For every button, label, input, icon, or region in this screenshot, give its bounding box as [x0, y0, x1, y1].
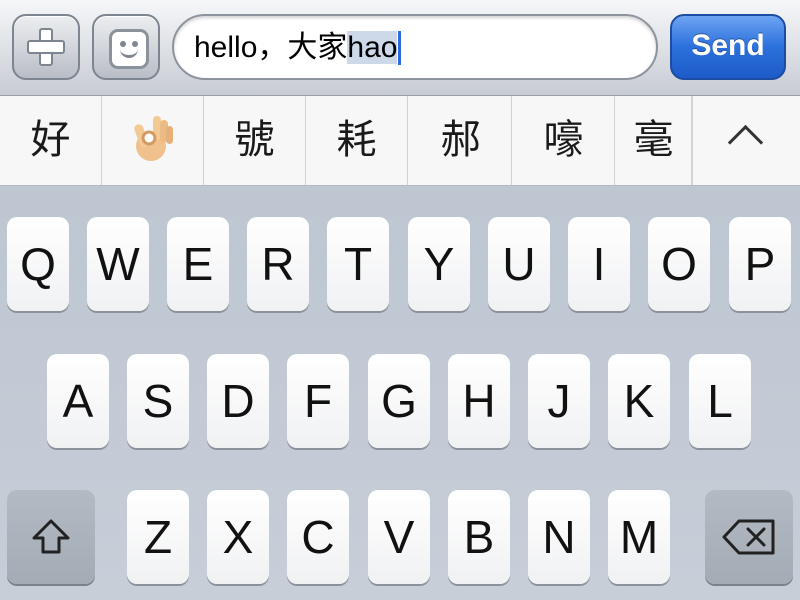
candidate-item[interactable]: 號 [204, 96, 306, 185]
key-q[interactable]: Q [7, 217, 69, 311]
candidate-item[interactable]: 毫 [616, 96, 692, 185]
key-s[interactable]: S [127, 354, 189, 448]
candidate-item[interactable]: 郝 [410, 96, 512, 185]
send-button[interactable]: Send [670, 14, 786, 80]
message-text-field[interactable]: hello，大家hao [172, 14, 658, 80]
candidate-item-emoji[interactable] [102, 96, 204, 185]
smiley-icon [109, 29, 149, 69]
candidate-item[interactable]: 耗 [306, 96, 408, 185]
candidate-item[interactable]: 嚎 [513, 96, 615, 185]
key-f[interactable]: F [287, 354, 349, 448]
keyboard-screen: hello，大家hao Send 好 號 耗 郝 嚎 毫 Q W E R T Y… [0, 0, 800, 600]
expand-candidates-button[interactable] [692, 96, 800, 185]
key-i[interactable]: I [568, 217, 630, 311]
key-k[interactable]: K [608, 354, 670, 448]
key-v[interactable]: V [368, 490, 430, 584]
key-c[interactable]: C [287, 490, 349, 584]
key-d[interactable]: D [207, 354, 269, 448]
keyboard: Q W E R T Y U I O P A S D F G H J K L Z … [0, 186, 800, 600]
key-h[interactable]: H [448, 354, 510, 448]
emoji-button[interactable] [92, 14, 160, 80]
add-attachment-button[interactable] [12, 14, 80, 80]
key-j[interactable]: J [528, 354, 590, 448]
key-x[interactable]: X [207, 490, 269, 584]
key-l[interactable]: L [689, 354, 751, 448]
key-o[interactable]: O [648, 217, 710, 311]
backspace-key[interactable] [705, 490, 793, 584]
committed-text: hello，大家 [194, 31, 348, 64]
shift-key[interactable] [7, 490, 95, 584]
key-e[interactable]: E [167, 217, 229, 311]
key-p[interactable]: P [729, 217, 791, 311]
key-z[interactable]: Z [127, 490, 189, 584]
key-t[interactable]: T [327, 217, 389, 311]
key-w[interactable]: W [87, 217, 149, 311]
key-r[interactable]: R [247, 217, 309, 311]
message-input-bar: hello，大家hao Send [0, 0, 800, 96]
key-n[interactable]: N [528, 490, 590, 584]
plus-icon [27, 28, 65, 66]
key-b[interactable]: B [448, 490, 510, 584]
candidate-bar: 好 號 耗 郝 嚎 毫 [0, 96, 800, 186]
key-y[interactable]: Y [408, 217, 470, 311]
key-m[interactable]: M [608, 490, 670, 584]
key-u[interactable]: U [488, 217, 550, 311]
shift-icon [32, 519, 70, 554]
marked-pinyin-text: hao [347, 31, 398, 64]
key-g[interactable]: G [368, 354, 430, 448]
candidate-item[interactable]: 好 [0, 96, 102, 185]
text-caret [398, 31, 402, 65]
ok-hand-icon [133, 116, 173, 162]
backspace-icon [722, 519, 775, 555]
message-text: hello，大家hao [194, 31, 402, 65]
key-a[interactable]: A [47, 354, 109, 448]
chevron-up-icon [727, 124, 764, 161]
